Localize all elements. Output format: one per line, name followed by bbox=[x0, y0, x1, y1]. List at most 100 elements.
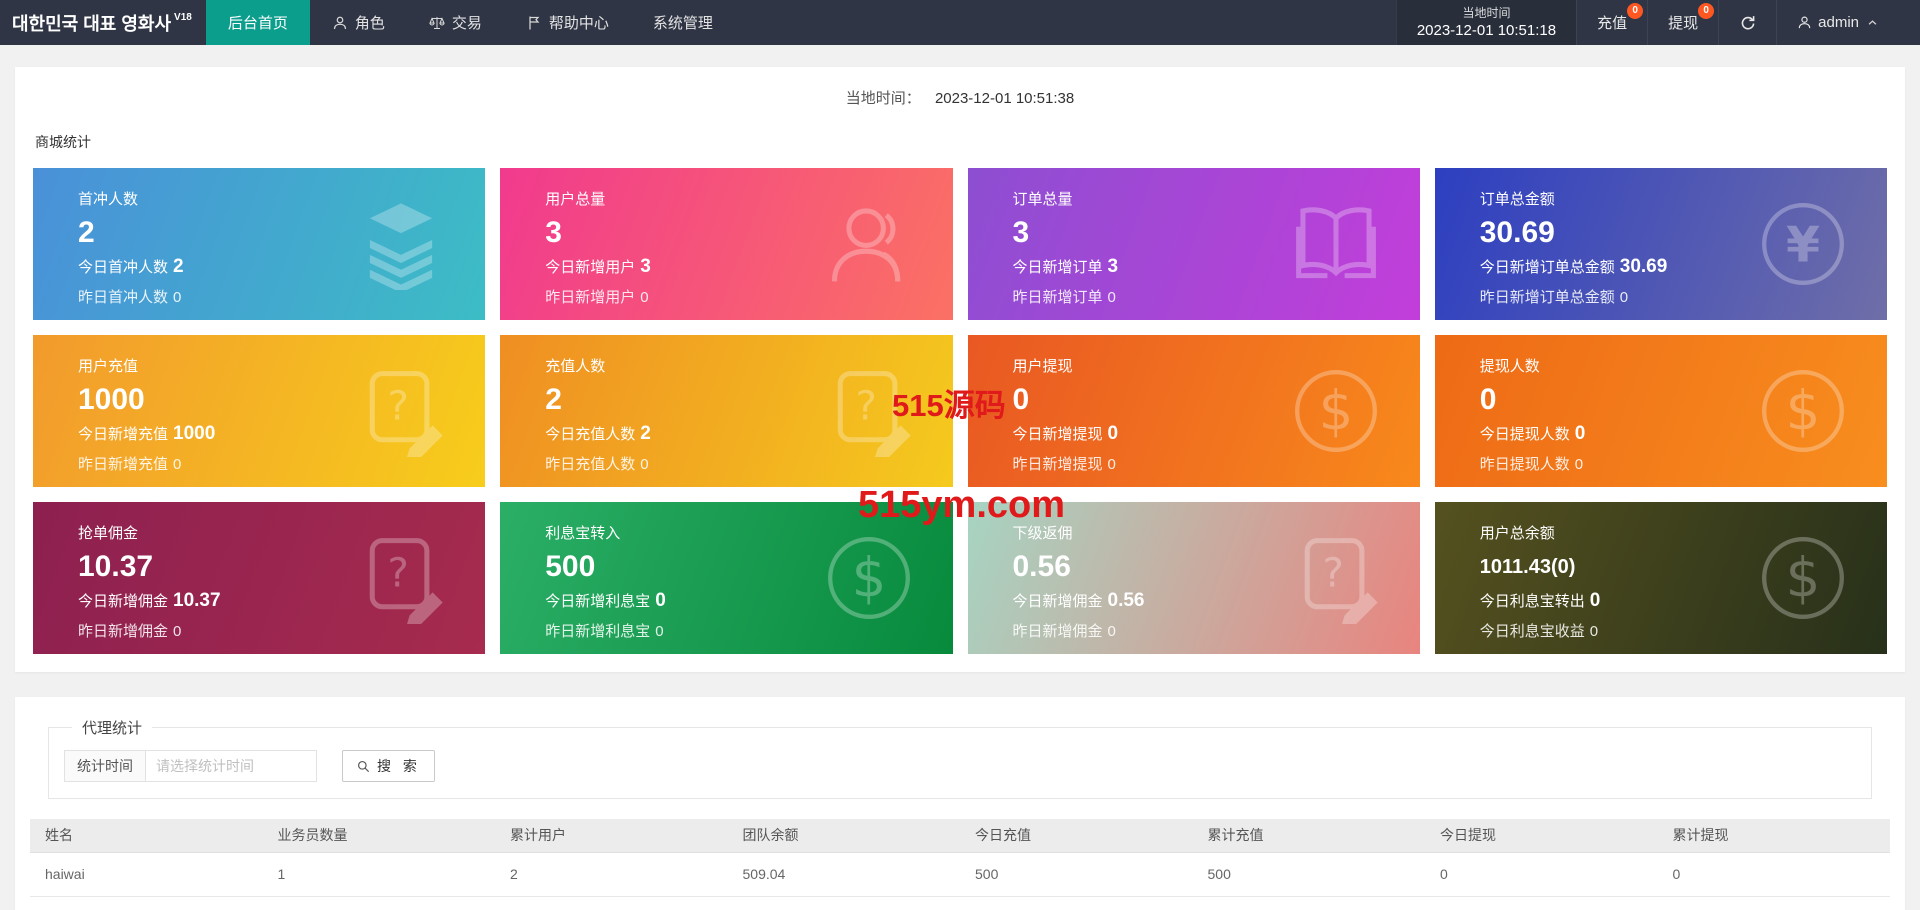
stat-card-today-value: 0 bbox=[1590, 590, 1601, 611]
doc-question-icon: ? bbox=[355, 365, 447, 457]
stat-card: 用户充值 1000 今日新增充值1000 昨日新增充值0 ? bbox=[33, 335, 485, 487]
stat-card: 充值人数 2 今日充值人数2 昨日充值人数0 ? bbox=[500, 335, 952, 487]
filter-time-label: 统计时间 bbox=[64, 750, 145, 782]
stat-card-today-label: 今日利息宝转出 bbox=[1480, 593, 1585, 610]
stat-card-yesterday-label: 昨日新增佣金 bbox=[1013, 623, 1103, 640]
main-nav: 后台首页 角色 交易 帮助中心 系统管理 bbox=[206, 0, 735, 45]
doc-question-icon: ? bbox=[1290, 532, 1382, 624]
recharge-badge: 0 bbox=[1627, 3, 1643, 19]
agent-table-cell: 0 bbox=[1425, 852, 1658, 896]
stat-card: 用户总量 3 今日新增用户3 昨日新增用户0 bbox=[500, 168, 952, 320]
user-icon bbox=[823, 198, 915, 290]
agent-table-cell: 1 bbox=[263, 852, 496, 896]
svg-text:?: ? bbox=[1322, 551, 1343, 597]
search-button[interactable]: 搜 索 bbox=[342, 750, 435, 782]
agent-table-header-cell: 累计充值 bbox=[1193, 819, 1426, 852]
stat-card-yesterday-value: 0 bbox=[1590, 623, 1598, 640]
svg-text:?: ? bbox=[388, 551, 409, 597]
stat-card: 用户提现 0 今日新增提现0 昨日新增提现0 $ bbox=[968, 335, 1420, 487]
stat-card-yesterday-label: 昨日充值人数 bbox=[545, 456, 635, 473]
user-menu[interactable]: admin bbox=[1776, 0, 1898, 45]
dollar-circle-icon: $ bbox=[1290, 365, 1382, 457]
svg-text:¥: ¥ bbox=[1786, 216, 1820, 273]
chevron-up-icon bbox=[1867, 17, 1878, 28]
stat-card: 订单总量 3 今日新增订单3 昨日新增订单0 bbox=[968, 168, 1420, 320]
withdraw-label: 提现 bbox=[1668, 12, 1698, 33]
dollar-circle-icon: $ bbox=[823, 532, 915, 624]
agent-table-row: haiwai12509.0450050000 bbox=[30, 852, 1890, 896]
agent-table-header-cell: 姓名 bbox=[30, 819, 263, 852]
agent-table-header-cell: 团队余额 bbox=[728, 819, 961, 852]
doc-question-icon: ? bbox=[823, 365, 915, 457]
stat-card-yesterday-label: 昨日首冲人数 bbox=[78, 289, 168, 306]
page-time-line: 当地时间： 2023-12-01 10:51:38 bbox=[33, 85, 1887, 124]
yen-circle-icon: ¥ bbox=[1757, 198, 1849, 290]
scales-icon bbox=[429, 15, 445, 31]
layers-icon bbox=[355, 198, 447, 290]
stat-card-today-label: 今日充值人数 bbox=[545, 426, 635, 443]
stat-card-yesterday-label: 昨日新增订单总金额 bbox=[1480, 289, 1615, 306]
stat-card-today-value: 10.37 bbox=[173, 590, 221, 611]
stat-card-yesterday-label: 昨日新增佣金 bbox=[78, 623, 168, 640]
stat-card: 利息宝转入 500 今日新增利息宝0 昨日新增利息宝0 $ bbox=[500, 502, 952, 654]
agent-table-header-cell: 累计提现 bbox=[1658, 819, 1891, 852]
nav-item-system[interactable]: 系统管理 bbox=[631, 0, 735, 45]
stat-card-today-label: 今日首冲人数 bbox=[78, 259, 168, 276]
agent-table-header-cell: 业务员数量 bbox=[263, 819, 496, 852]
nav-item-home[interactable]: 后台首页 bbox=[206, 0, 310, 45]
stat-card-yesterday-label: 昨日新增充值 bbox=[78, 456, 168, 473]
dollar-circle-icon: $ bbox=[1757, 532, 1849, 624]
stat-card-yesterday-label: 昨日提现人数 bbox=[1480, 456, 1570, 473]
stat-card: 首冲人数 2 今日首冲人数2 昨日首冲人数0 bbox=[33, 168, 485, 320]
stat-card-yesterday-label: 昨日新增订单 bbox=[1013, 289, 1103, 306]
recharge-nav-button[interactable]: 充值 0 bbox=[1576, 0, 1647, 45]
filter-time-input[interactable] bbox=[145, 750, 317, 782]
stats-section-title: 商城统计 bbox=[35, 132, 1887, 152]
refresh-icon bbox=[1739, 14, 1756, 31]
user-icon bbox=[1797, 15, 1812, 30]
agent-table-header-cell: 今日提现 bbox=[1425, 819, 1658, 852]
stat-card: 下级返佣 0.56 今日新增佣金0.56 昨日新增佣金0 ? bbox=[968, 502, 1420, 654]
brand-version: V18 bbox=[174, 12, 192, 23]
stat-card-today-label: 今日新增充值 bbox=[78, 426, 168, 443]
withdraw-nav-button[interactable]: 提现 0 bbox=[1647, 0, 1718, 45]
stat-card-today-value: 3 bbox=[640, 256, 651, 277]
local-time-label: 当地时间 bbox=[1462, 5, 1510, 21]
stat-card: 抢单佣金 10.37 今日新增佣金10.37 昨日新增佣金0 ? bbox=[33, 502, 485, 654]
stat-card-today-value: 0 bbox=[1108, 423, 1119, 444]
nav-item-trade[interactable]: 交易 bbox=[407, 0, 504, 45]
agent-table-header-cell: 累计用户 bbox=[495, 819, 728, 852]
refresh-button[interactable] bbox=[1718, 0, 1776, 45]
agent-table-header-cell: 今日充值 bbox=[960, 819, 1193, 852]
nav-item-label: 后台首页 bbox=[228, 12, 288, 33]
stat-card-yesterday-value: 0 bbox=[655, 623, 663, 640]
stat-card-yesterday-label: 昨日新增提现 bbox=[1013, 456, 1103, 473]
agent-panel: 代理统计 统计时间 搜 索 姓名业务员数量累计用户团队余额今日充值累计充值今日提… bbox=[15, 697, 1905, 910]
nav-item-label: 帮助中心 bbox=[549, 12, 609, 33]
svg-text:$: $ bbox=[1786, 379, 1821, 443]
nav-item-label: 系统管理 bbox=[653, 12, 713, 33]
flag-icon bbox=[526, 15, 542, 31]
agent-table-cell: haiwai bbox=[30, 852, 263, 896]
search-button-label: 搜 索 bbox=[377, 756, 421, 776]
stat-card-today-value: 3 bbox=[1108, 256, 1119, 277]
nav-item-help[interactable]: 帮助中心 bbox=[504, 0, 631, 45]
stat-card-today-label: 今日新增佣金 bbox=[78, 593, 168, 610]
local-time-value: 2023-12-01 10:51:18 bbox=[1417, 21, 1556, 40]
local-time-display: 当地时间 2023-12-01 10:51:18 bbox=[1396, 0, 1576, 45]
stat-card-yesterday-value: 0 bbox=[1108, 623, 1116, 640]
agent-table-cell: 0 bbox=[1658, 852, 1891, 896]
agent-table-body: haiwai12509.0450050000 bbox=[30, 852, 1890, 896]
stat-card-today-label: 今日新增订单 bbox=[1013, 259, 1103, 276]
nav-item-roles[interactable]: 角色 bbox=[310, 0, 407, 45]
stat-card-today-label: 今日新增利息宝 bbox=[545, 593, 650, 610]
nav-item-label: 角色 bbox=[355, 12, 385, 33]
stat-card-today-value: 1000 bbox=[173, 423, 215, 444]
withdraw-badge: 0 bbox=[1698, 3, 1714, 19]
svg-text:?: ? bbox=[855, 384, 876, 430]
stat-card-today-label: 今日提现人数 bbox=[1480, 426, 1570, 443]
agent-filter-fieldset: 代理统计 统计时间 搜 索 bbox=[48, 717, 1872, 799]
top-navbar: 대한민국 대표 영화사 V18 后台首页 角色 交易 帮助中心 系统管理 当地时… bbox=[0, 0, 1920, 45]
stats-grid: 首冲人数 2 今日首冲人数2 昨日首冲人数0 用户总量 3 今日新增用户3 昨日… bbox=[33, 168, 1887, 654]
stat-card-yesterday-value: 0 bbox=[640, 456, 648, 473]
